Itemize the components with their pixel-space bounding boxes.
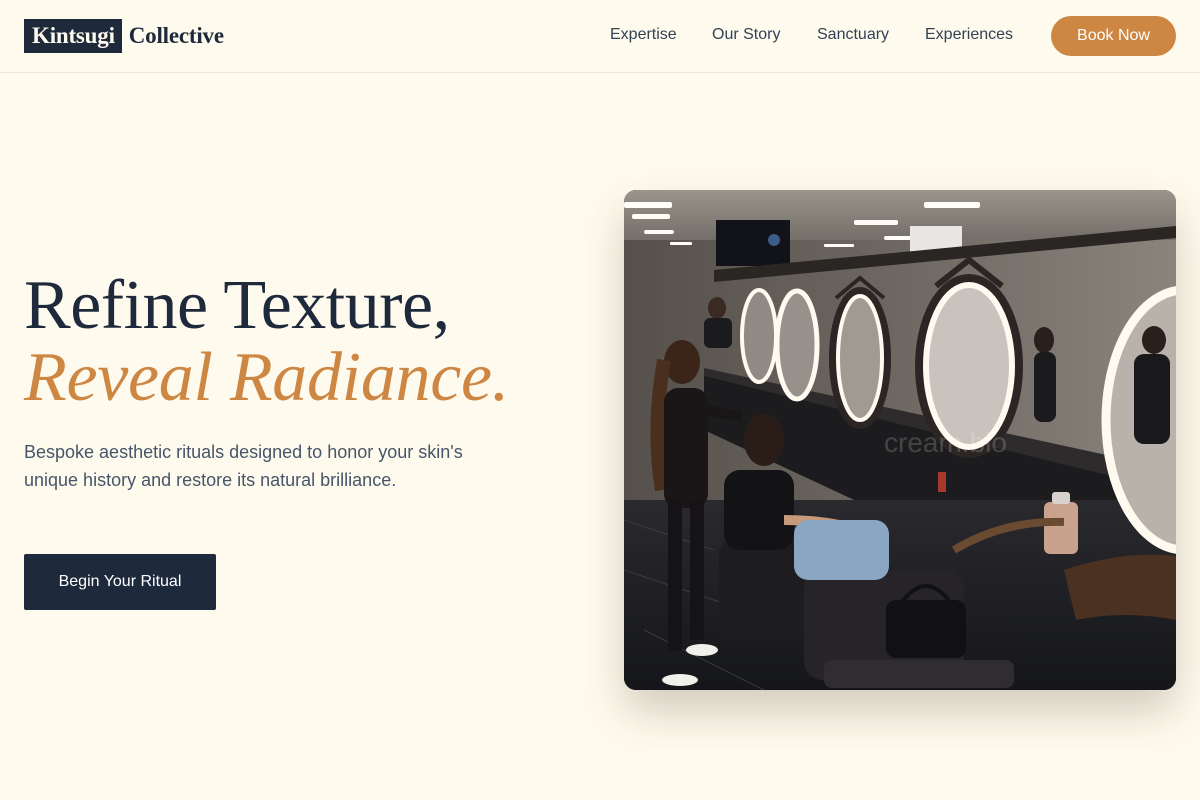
image-watermark: cream.bio [884,427,1007,458]
begin-ritual-button[interactable]: Begin Your Ritual [24,554,216,610]
hero-title: Refine Texture, Reveal Radiance. [24,270,509,414]
nav-link-sanctuary[interactable]: Sanctuary [817,24,889,46]
site-header: Kintsugi Collective Expertise Our Story … [0,0,1200,73]
nav-link-our-story[interactable]: Our Story [712,24,780,46]
nav-link-experiences[interactable]: Experiences [925,24,1013,46]
brand-name-boxed: Kintsugi [24,19,122,53]
brand-name-rest: Collective [128,23,224,48]
hero-subtitle: Bespoke aesthetic rituals designed to ho… [24,442,463,490]
salon-interior-image: cream.bio [624,190,1176,690]
hero-title-line-2: Reveal Radiance. [24,339,509,416]
hero-title-line-1: Refine Texture, [24,267,450,344]
brand-logo[interactable]: Kintsugi Collective [24,19,224,53]
nav-link-expertise[interactable]: Expertise [610,24,677,46]
book-now-button[interactable]: Book Now [1051,16,1176,56]
